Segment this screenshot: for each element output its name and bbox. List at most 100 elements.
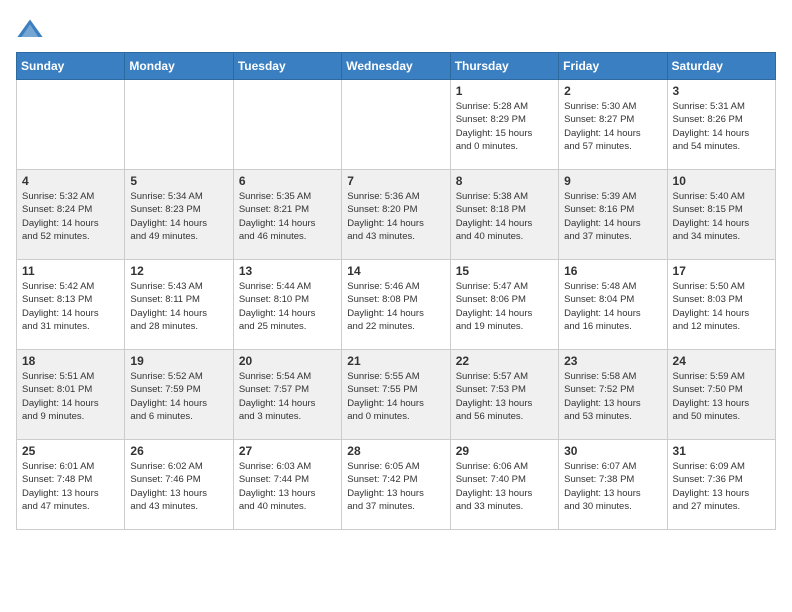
calendar-day-cell: 8 Sunrise: 5:38 AM Sunset: 8:18 PM Daylig… bbox=[450, 170, 558, 260]
day-header-monday: Monday bbox=[125, 53, 233, 80]
day-number: 1 bbox=[456, 84, 553, 98]
day-number: 19 bbox=[130, 354, 227, 368]
day-number: 21 bbox=[347, 354, 444, 368]
calendar-day-cell: 6 Sunrise: 5:35 AM Sunset: 8:21 PM Daylig… bbox=[233, 170, 341, 260]
day-number: 31 bbox=[673, 444, 770, 458]
day-number: 4 bbox=[22, 174, 119, 188]
day-info: Sunrise: 5:52 AM Sunset: 7:59 PM Dayligh… bbox=[130, 370, 227, 423]
day-number: 25 bbox=[22, 444, 119, 458]
calendar-day-cell bbox=[342, 80, 450, 170]
day-info: Sunrise: 5:51 AM Sunset: 8:01 PM Dayligh… bbox=[22, 370, 119, 423]
calendar-day-cell: 21 Sunrise: 5:55 AM Sunset: 7:55 PM Dayli… bbox=[342, 350, 450, 440]
day-info: Sunrise: 6:06 AM Sunset: 7:40 PM Dayligh… bbox=[456, 460, 553, 513]
calendar-day-cell: 13Sunrise: 5:44 AM Sunset: 8:10 PM Dayli… bbox=[233, 260, 341, 350]
day-info: Sunrise: 5:38 AM Sunset: 8:18 PM Dayligh… bbox=[456, 190, 553, 243]
day-header-sunday: Sunday bbox=[17, 53, 125, 80]
day-number: 11 bbox=[22, 264, 119, 278]
day-info: Sunrise: 5:46 AM Sunset: 8:08 PM Dayligh… bbox=[347, 280, 444, 333]
calendar-day-cell: 12 Sunrise: 5:43 AM Sunset: 8:11 PM Dayli… bbox=[125, 260, 233, 350]
day-info: Sunrise: 5:55 AM Sunset: 7:55 PM Dayligh… bbox=[347, 370, 444, 423]
day-info: Sunrise: 5:58 AM Sunset: 7:52 PM Dayligh… bbox=[564, 370, 661, 423]
calendar-day-cell: 17 Sunrise: 5:50 AM Sunset: 8:03 PM Dayli… bbox=[667, 260, 775, 350]
day-info: Sunrise: 5:50 AM Sunset: 8:03 PM Dayligh… bbox=[673, 280, 770, 333]
day-info: Sunrise: 5:30 AM Sunset: 8:27 PM Dayligh… bbox=[564, 100, 661, 153]
calendar-day-cell: 5 Sunrise: 5:34 AM Sunset: 8:23 PM Daylig… bbox=[125, 170, 233, 260]
day-info: Sunrise: 6:03 AM Sunset: 7:44 PM Dayligh… bbox=[239, 460, 336, 513]
day-info: Sunrise: 5:57 AM Sunset: 7:53 PM Dayligh… bbox=[456, 370, 553, 423]
day-number: 12 bbox=[130, 264, 227, 278]
calendar-day-cell bbox=[125, 80, 233, 170]
day-number: 13 bbox=[239, 264, 336, 278]
day-number: 3 bbox=[673, 84, 770, 98]
day-info: Sunrise: 5:31 AM Sunset: 8:26 PM Dayligh… bbox=[673, 100, 770, 153]
day-number: 24 bbox=[673, 354, 770, 368]
day-number: 10 bbox=[673, 174, 770, 188]
day-info: Sunrise: 5:35 AM Sunset: 8:21 PM Dayligh… bbox=[239, 190, 336, 243]
day-info: Sunrise: 6:09 AM Sunset: 7:36 PM Dayligh… bbox=[673, 460, 770, 513]
logo bbox=[16, 16, 48, 44]
calendar-day-cell: 20 Sunrise: 5:54 AM Sunset: 7:57 PM Dayli… bbox=[233, 350, 341, 440]
calendar-day-cell: 1 Sunrise: 5:28 AM Sunset: 8:29 PM Daylig… bbox=[450, 80, 558, 170]
logo-icon bbox=[16, 16, 44, 44]
day-number: 8 bbox=[456, 174, 553, 188]
calendar-day-cell: 31 Sunrise: 6:09 AM Sunset: 7:36 PM Dayli… bbox=[667, 440, 775, 530]
day-number: 18 bbox=[22, 354, 119, 368]
day-header-saturday: Saturday bbox=[667, 53, 775, 80]
calendar-day-cell: 28 Sunrise: 6:05 AM Sunset: 7:42 PM Dayli… bbox=[342, 440, 450, 530]
day-number: 26 bbox=[130, 444, 227, 458]
calendar-day-cell: 30Sunrise: 6:07 AM Sunset: 7:38 PM Dayli… bbox=[559, 440, 667, 530]
day-number: 5 bbox=[130, 174, 227, 188]
calendar-week-row: 4 Sunrise: 5:32 AM Sunset: 8:24 PM Daylig… bbox=[17, 170, 776, 260]
calendar-day-cell: 2 Sunrise: 5:30 AM Sunset: 8:27 PM Daylig… bbox=[559, 80, 667, 170]
day-info: Sunrise: 5:32 AM Sunset: 8:24 PM Dayligh… bbox=[22, 190, 119, 243]
calendar-day-cell: 11 Sunrise: 5:42 AM Sunset: 8:13 PM Dayli… bbox=[17, 260, 125, 350]
day-number: 28 bbox=[347, 444, 444, 458]
day-header-wednesday: Wednesday bbox=[342, 53, 450, 80]
day-number: 20 bbox=[239, 354, 336, 368]
calendar-day-cell: 9Sunrise: 5:39 AM Sunset: 8:16 PM Daylig… bbox=[559, 170, 667, 260]
day-header-friday: Friday bbox=[559, 53, 667, 80]
calendar-day-cell: 4 Sunrise: 5:32 AM Sunset: 8:24 PM Daylig… bbox=[17, 170, 125, 260]
day-info: Sunrise: 5:47 AM Sunset: 8:06 PM Dayligh… bbox=[456, 280, 553, 333]
day-info: Sunrise: 5:59 AM Sunset: 7:50 PM Dayligh… bbox=[673, 370, 770, 423]
calendar-day-cell: 7Sunrise: 5:36 AM Sunset: 8:20 PM Daylig… bbox=[342, 170, 450, 260]
day-info: Sunrise: 5:43 AM Sunset: 8:11 PM Dayligh… bbox=[130, 280, 227, 333]
day-info: Sunrise: 5:36 AM Sunset: 8:20 PM Dayligh… bbox=[347, 190, 444, 243]
day-info: Sunrise: 5:34 AM Sunset: 8:23 PM Dayligh… bbox=[130, 190, 227, 243]
page-header bbox=[16, 16, 776, 44]
calendar-day-cell: 22 Sunrise: 5:57 AM Sunset: 7:53 PM Dayli… bbox=[450, 350, 558, 440]
day-number: 6 bbox=[239, 174, 336, 188]
day-number: 30 bbox=[564, 444, 661, 458]
calendar-week-row: 1 Sunrise: 5:28 AM Sunset: 8:29 PM Daylig… bbox=[17, 80, 776, 170]
day-info: Sunrise: 5:28 AM Sunset: 8:29 PM Dayligh… bbox=[456, 100, 553, 153]
day-number: 22 bbox=[456, 354, 553, 368]
calendar-day-cell: 19 Sunrise: 5:52 AM Sunset: 7:59 PM Dayli… bbox=[125, 350, 233, 440]
calendar-day-cell: 14 Sunrise: 5:46 AM Sunset: 8:08 PM Dayli… bbox=[342, 260, 450, 350]
calendar-day-cell: 29Sunrise: 6:06 AM Sunset: 7:40 PM Dayli… bbox=[450, 440, 558, 530]
calendar-day-cell: 24 Sunrise: 5:59 AM Sunset: 7:50 PM Dayli… bbox=[667, 350, 775, 440]
calendar-week-row: 11 Sunrise: 5:42 AM Sunset: 8:13 PM Dayli… bbox=[17, 260, 776, 350]
day-info: Sunrise: 6:01 AM Sunset: 7:48 PM Dayligh… bbox=[22, 460, 119, 513]
day-header-thursday: Thursday bbox=[450, 53, 558, 80]
day-info: Sunrise: 6:02 AM Sunset: 7:46 PM Dayligh… bbox=[130, 460, 227, 513]
calendar-day-cell: 16 Sunrise: 5:48 AM Sunset: 8:04 PM Dayli… bbox=[559, 260, 667, 350]
day-info: Sunrise: 6:05 AM Sunset: 7:42 PM Dayligh… bbox=[347, 460, 444, 513]
day-number: 15 bbox=[456, 264, 553, 278]
day-info: Sunrise: 5:54 AM Sunset: 7:57 PM Dayligh… bbox=[239, 370, 336, 423]
day-info: Sunrise: 5:48 AM Sunset: 8:04 PM Dayligh… bbox=[564, 280, 661, 333]
day-number: 16 bbox=[564, 264, 661, 278]
calendar-day-cell: 25 Sunrise: 6:01 AM Sunset: 7:48 PM Dayli… bbox=[17, 440, 125, 530]
day-number: 23 bbox=[564, 354, 661, 368]
day-number: 14 bbox=[347, 264, 444, 278]
day-number: 17 bbox=[673, 264, 770, 278]
day-header-tuesday: Tuesday bbox=[233, 53, 341, 80]
calendar-day-cell: 15 Sunrise: 5:47 AM Sunset: 8:06 PM Dayli… bbox=[450, 260, 558, 350]
calendar-day-cell: 27Sunrise: 6:03 AM Sunset: 7:44 PM Dayli… bbox=[233, 440, 341, 530]
day-number: 2 bbox=[564, 84, 661, 98]
calendar-header-row: SundayMondayTuesdayWednesdayThursdayFrid… bbox=[17, 53, 776, 80]
calendar-table: SundayMondayTuesdayWednesdayThursdayFrid… bbox=[16, 52, 776, 530]
calendar-week-row: 18 Sunrise: 5:51 AM Sunset: 8:01 PM Dayli… bbox=[17, 350, 776, 440]
day-info: Sunrise: 5:39 AM Sunset: 8:16 PM Dayligh… bbox=[564, 190, 661, 243]
day-info: Sunrise: 5:42 AM Sunset: 8:13 PM Dayligh… bbox=[22, 280, 119, 333]
calendar-day-cell: 26 Sunrise: 6:02 AM Sunset: 7:46 PM Dayli… bbox=[125, 440, 233, 530]
